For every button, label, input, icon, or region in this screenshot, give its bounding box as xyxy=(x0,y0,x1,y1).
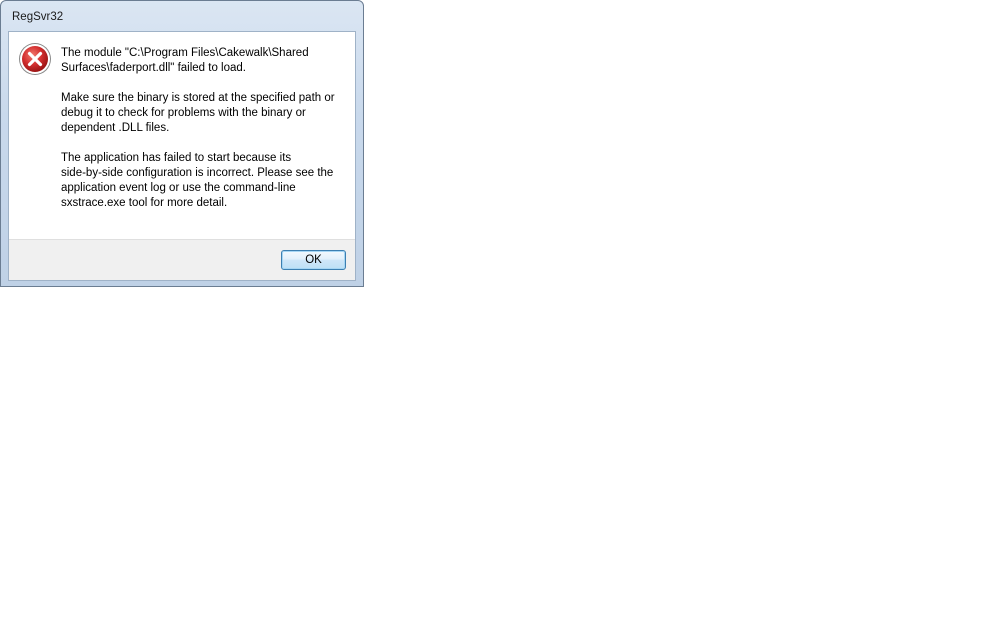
dialog-client-area: The module "C:\Program Files\Cakewalk\Sh… xyxy=(8,31,356,281)
title-bar[interactable]: RegSvr32 xyxy=(1,1,363,31)
error-icon xyxy=(18,42,52,76)
message-area: The module "C:\Program Files\Cakewalk\Sh… xyxy=(9,32,355,241)
message-paragraph-2: Make sure the binary is stored at the sp… xyxy=(61,92,335,134)
message-paragraph-3: The application has failed to start beca… xyxy=(61,152,334,209)
error-dialog: RegSvr32 The module "C:\Program Files\Ca… xyxy=(0,0,364,287)
window-title: RegSvr32 xyxy=(12,11,64,23)
ok-button[interactable]: OK xyxy=(281,250,346,270)
message-paragraph-1: The module "C:\Program Files\Cakewalk\Sh… xyxy=(61,47,309,74)
message-text: The module "C:\Program Files\Cakewalk\Sh… xyxy=(61,46,351,226)
button-bar: OK xyxy=(9,239,355,280)
